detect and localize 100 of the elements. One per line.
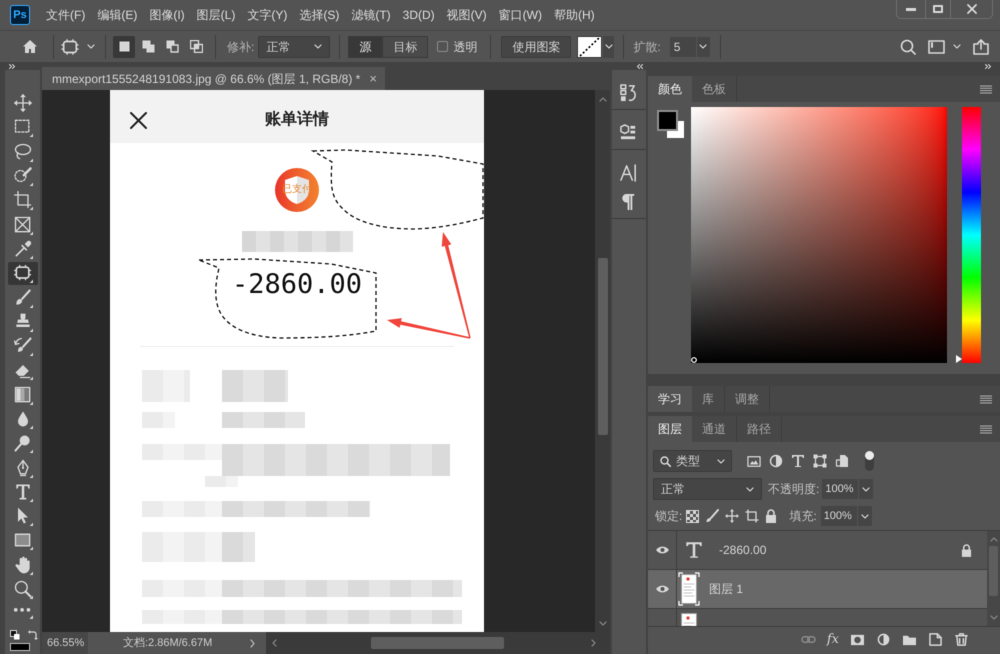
scroll-left-icon[interactable] — [272, 639, 278, 647]
new-layer-icon[interactable] — [928, 633, 943, 646]
fill-field[interactable]: 100% — [820, 506, 857, 526]
menu-item[interactable]: 文件(F) — [46, 6, 86, 24]
color-field[interactable] — [691, 107, 947, 363]
use-pattern-button[interactable]: 使用图案 — [501, 36, 572, 58]
transparent-checkbox[interactable] — [437, 41, 448, 52]
panel-menu-icon[interactable] — [980, 394, 992, 404]
artboard-icon[interactable] — [745, 509, 760, 523]
opacity-field[interactable]: 100% — [822, 479, 858, 499]
tool-button[interactable] — [8, 262, 38, 285]
vertical-scrollbar[interactable] — [987, 531, 1000, 626]
history-icon[interactable] — [620, 84, 638, 102]
menu-item[interactable]: 图像(I) — [149, 6, 185, 24]
vertical-scrollbar[interactable] — [595, 90, 610, 632]
type-icon[interactable] — [791, 454, 805, 468]
expand-icon[interactable] — [985, 64, 991, 68]
collapse-icon[interactable] — [637, 64, 643, 68]
image-icon[interactable] — [747, 454, 761, 468]
filter-dropdown[interactable]: 类型 — [653, 450, 732, 472]
close-tab-button[interactable]: × — [369, 72, 377, 85]
patch-mode-dropdown[interactable]: 正常 — [258, 36, 330, 58]
eye-icon[interactable] — [654, 545, 670, 555]
foreground-color-swatch[interactable] — [10, 642, 30, 651]
eye-icon[interactable] — [654, 584, 670, 594]
segmented-button[interactable]: 源 — [348, 36, 382, 58]
blend-mode-dropdown[interactable]: 正常 — [653, 478, 762, 500]
color-picker-marker-icon[interactable] — [691, 357, 697, 363]
diffusion-field[interactable]: 5 — [670, 36, 696, 56]
panel-menu-icon[interactable] — [980, 424, 992, 434]
folder-icon[interactable] — [902, 633, 917, 646]
amount-text: -2860.00 — [232, 270, 362, 300]
color-swatches-icon[interactable] — [657, 110, 685, 138]
menu-item[interactable]: 选择(S) — [299, 6, 340, 24]
scroll-right-icon[interactable] — [591, 639, 596, 647]
dropdown-button[interactable] — [603, 36, 614, 58]
transform-box-icon[interactable] — [813, 454, 827, 468]
workspace-icon[interactable] — [928, 40, 945, 54]
panel-tab[interactable]: 学习 — [648, 386, 692, 412]
expand-icon[interactable] — [9, 64, 15, 68]
menu-item[interactable]: 窗口(W) — [498, 6, 542, 24]
scroll-up-icon[interactable] — [598, 97, 606, 102]
scroll-up-icon[interactable] — [990, 537, 998, 542]
tool-preset-button[interactable] — [61, 38, 95, 54]
mask-icon[interactable] — [850, 633, 865, 646]
share-icon[interactable] — [973, 38, 989, 54]
scrollbar-thumb[interactable] — [598, 258, 608, 435]
mosaic-block — [222, 370, 288, 402]
move-icon[interactable] — [725, 509, 740, 523]
single-square-icon — [118, 40, 130, 53]
search-icon[interactable] — [900, 38, 916, 54]
dropdown-button[interactable] — [696, 36, 710, 56]
dropdown-button[interactable] — [858, 506, 872, 526]
character-icon[interactable] — [620, 164, 638, 182]
menu-item[interactable]: 滤镜(T) — [351, 6, 391, 24]
menu-item[interactable]: 图层(L) — [196, 6, 236, 24]
segmented-button[interactable]: 目标 — [382, 36, 428, 58]
panel-menu-icon[interactable] — [980, 84, 992, 94]
trash-icon[interactable] — [954, 633, 969, 646]
menu-item[interactable]: 3D(D) — [402, 6, 435, 24]
minimize-icon — [906, 8, 916, 10]
zoom-field[interactable]: 66.55% — [42, 632, 88, 654]
app-logo: Ps — [10, 5, 30, 25]
default-colors-icon[interactable] — [10, 630, 20, 640]
selection-mode-button[interactable] — [113, 36, 135, 58]
home-icon[interactable] — [22, 39, 38, 54]
hue-slider[interactable] — [956, 107, 981, 363]
intersect-squares-icon — [190, 40, 202, 53]
minimize-button[interactable] — [896, 0, 926, 19]
brush-icon[interactable] — [705, 509, 720, 523]
menu-item[interactable]: 文字(Y) — [247, 6, 288, 24]
panel-tab[interactable]: 颜色 — [648, 76, 692, 102]
pattern-swatch[interactable] — [577, 36, 602, 58]
lock-icon[interactable] — [765, 509, 778, 523]
cube-sliders-icon[interactable] — [620, 124, 638, 142]
scroll-down-icon[interactable] — [990, 615, 998, 620]
fx-button[interactable]: fx — [826, 633, 839, 646]
scroll-down-icon[interactable] — [598, 621, 606, 626]
filter-toggle[interactable] — [865, 451, 874, 471]
half-circle-icon[interactable] — [769, 454, 783, 468]
swap-colors-icon[interactable] — [28, 630, 38, 640]
maximize-button[interactable] — [926, 0, 951, 19]
document-tab[interactable]: mmexport1555248191083.jpg @ 66.6% (图层 1, RGB/8) * × — [42, 67, 385, 90]
dropdown-button[interactable] — [859, 479, 874, 499]
subtract-squares-icon — [166, 40, 178, 53]
hand-icon — [12, 554, 32, 575]
checkbox-label: 透明 — [453, 38, 478, 56]
close-button[interactable] — [951, 0, 993, 19]
menu-item[interactable]: 帮助(H) — [554, 6, 595, 24]
layer-row[interactable]: -2860.00 — [648, 531, 987, 570]
scrollbar-thumb[interactable] — [371, 637, 504, 649]
layer-row[interactable]: 图层 1 — [648, 570, 987, 609]
checkerboard-icon[interactable] — [686, 510, 700, 522]
menu-item[interactable]: 视图(V) — [446, 6, 487, 24]
horizontal-scrollbar[interactable] — [266, 632, 610, 654]
menu-item[interactable]: 编辑(E) — [97, 6, 138, 24]
eyedropper-icon — [12, 238, 32, 259]
half-circle-icon[interactable] — [876, 633, 891, 646]
smart-object-icon[interactable] — [835, 454, 849, 468]
panel-tab[interactable]: 图层 — [648, 416, 692, 442]
